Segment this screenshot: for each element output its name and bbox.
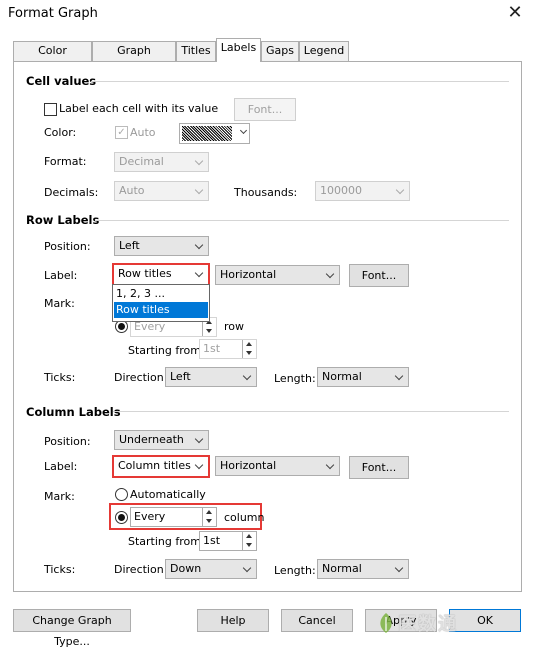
chevron-down-icon xyxy=(239,126,248,135)
label-each-text: Label each cell with its value xyxy=(59,102,219,115)
col-every-value: Every xyxy=(134,510,166,523)
row-font-button[interactable]: Font... xyxy=(349,264,409,287)
cancel-button[interactable]: Cancel xyxy=(281,609,353,632)
auto-label: Auto xyxy=(130,126,156,139)
col-label-label: Label: xyxy=(44,460,78,473)
auto-checkbox[interactable]: ✓ xyxy=(115,126,128,139)
row-every-unit: row xyxy=(224,320,245,333)
col-position-label: Position: xyxy=(44,435,91,448)
leaf-logo-icon xyxy=(376,611,396,635)
close-icon[interactable]: ✕ xyxy=(504,2,526,24)
col-position-select[interactable]: Underneath xyxy=(114,430,209,450)
format-label: Format: xyxy=(44,155,87,168)
decimals-value: Auto xyxy=(119,184,145,197)
col-direction-select[interactable]: Down xyxy=(165,559,257,579)
section-row-labels: Row Labels xyxy=(26,213,100,227)
divider xyxy=(91,81,509,82)
dropdown-option[interactable]: 1, 2, 3 ... xyxy=(114,286,208,302)
row-length-value: Normal xyxy=(322,370,362,383)
row-length-select[interactable]: Normal xyxy=(317,367,409,387)
tab-gaps[interactable]: Gaps xyxy=(261,41,299,61)
col-direction-label: Direction: xyxy=(114,563,168,576)
row-ticks-label: Ticks: xyxy=(44,371,76,384)
row-position-value: Left xyxy=(119,239,140,252)
decimals-select[interactable]: Auto xyxy=(114,181,209,201)
col-direction-value: Down xyxy=(170,562,202,575)
row-direction-select[interactable]: Left xyxy=(165,367,257,387)
format-value: Decimal xyxy=(119,155,164,168)
row-label-dropdown: 1, 2, 3 ... Row titles xyxy=(112,284,210,322)
col-label-select[interactable]: Column titles xyxy=(112,455,210,478)
tab-labels[interactable]: Labels xyxy=(216,38,261,62)
row-position-label: Position: xyxy=(44,240,91,253)
row-starting-value: 1st xyxy=(203,342,221,355)
col-every-radio[interactable] xyxy=(115,511,128,524)
col-every-unit: column xyxy=(224,511,265,524)
col-length-select[interactable]: Normal xyxy=(317,559,409,579)
tab-legend[interactable]: Legend xyxy=(299,41,349,61)
thousands-value: 100000 xyxy=(320,184,362,197)
color-label: Color: xyxy=(44,126,77,139)
col-orientation-value: Horizontal xyxy=(220,459,277,472)
section-cell-values: Cell values xyxy=(26,74,97,88)
divider xyxy=(113,411,509,412)
section-column-labels: Column Labels xyxy=(26,405,121,419)
row-position-select[interactable]: Left xyxy=(114,236,209,256)
col-length-label: Length: xyxy=(274,564,316,577)
col-starting-spinner[interactable]: 1st xyxy=(199,531,257,551)
tab-titles[interactable]: Titles xyxy=(176,41,216,61)
row-direction-label: Direction: xyxy=(114,371,168,384)
cell-font-button[interactable]: Font... xyxy=(234,98,296,121)
row-label-label: Label: xyxy=(44,269,78,282)
change-graph-type-button[interactable]: Change Graph Type... xyxy=(13,609,131,648)
col-orientation-select[interactable]: Horizontal xyxy=(215,456,340,476)
col-label-value: Column titles xyxy=(118,459,191,472)
col-starting-value: 1st xyxy=(203,534,221,547)
labels-panel xyxy=(13,61,522,592)
format-select[interactable]: Decimal xyxy=(114,152,209,172)
row-direction-value: Left xyxy=(170,370,191,383)
help-button[interactable]: Help xyxy=(197,609,269,632)
col-mark-label: Mark: xyxy=(44,490,75,503)
col-position-value: Underneath xyxy=(119,433,184,446)
row-mark-label: Mark: xyxy=(44,297,75,310)
col-font-button[interactable]: Font... xyxy=(349,456,409,479)
col-length-value: Normal xyxy=(322,562,362,575)
tab-graph-settings[interactable]: Graph Settings xyxy=(92,41,176,75)
divider xyxy=(95,220,509,221)
row-orientation-select[interactable]: Horizontal xyxy=(215,265,340,285)
decimals-label: Decimals: xyxy=(44,186,99,199)
label-each-checkbox[interactable] xyxy=(44,103,57,116)
col-every-spinner[interactable]: Every xyxy=(130,507,217,527)
dropdown-option-selected[interactable]: Row titles xyxy=(114,302,208,318)
watermark-text: 医数通 xyxy=(398,614,458,635)
ok-button[interactable]: OK xyxy=(449,609,521,632)
window-title: Format Graph xyxy=(8,6,98,21)
row-starting-label: Starting from xyxy=(128,344,201,357)
thousands-select[interactable]: 100000 xyxy=(315,181,410,201)
col-auto-label: Automatically xyxy=(130,488,206,501)
row-starting-spinner[interactable]: 1st xyxy=(199,339,257,359)
tab-color-mapping[interactable]: Color mapping xyxy=(13,41,92,75)
col-auto-radio[interactable] xyxy=(115,488,128,501)
row-label-select[interactable]: Row titles xyxy=(112,263,210,286)
row-label-value: Row titles xyxy=(118,267,172,280)
col-starting-label: Starting from xyxy=(128,535,201,548)
thousands-label: Thousands: xyxy=(234,186,298,199)
row-length-label: Length: xyxy=(274,372,316,385)
col-ticks-label: Ticks: xyxy=(44,563,76,576)
color-picker[interactable] xyxy=(179,123,250,144)
row-orientation-value: Horizontal xyxy=(220,268,277,281)
